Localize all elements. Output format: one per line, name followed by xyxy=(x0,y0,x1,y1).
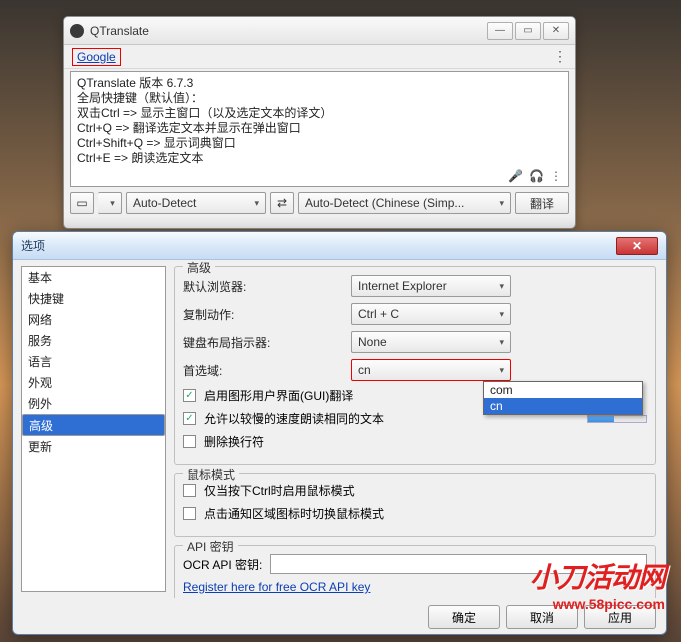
chevron-down-icon: ▾ xyxy=(499,198,504,209)
translate-toolbar: ▭ ▾ Auto-Detect▾ ⇄ Auto-Detect (Chinese … xyxy=(64,189,575,217)
list-item-advanced[interactable]: 高级 xyxy=(22,414,165,436)
list-item-exceptions[interactable]: 例外 xyxy=(22,393,165,414)
chevron-down-icon: ▾ xyxy=(499,309,504,320)
domain-option-cn[interactable]: cn xyxy=(484,398,642,414)
source-language-select[interactable]: Auto-Detect▾ xyxy=(126,192,266,214)
gui-translate-label: 启用图形用户界面(GUI)翻译 xyxy=(204,387,353,404)
headphones-icon[interactable]: 🎧 xyxy=(529,169,544,183)
swap-icon: ⇄ xyxy=(277,196,287,210)
chevron-down-icon: ▾ xyxy=(110,198,115,209)
ok-button[interactable]: 确定 xyxy=(428,605,500,629)
list-item-appearance[interactable]: 外观 xyxy=(22,372,165,393)
preferred-domain-select[interactable]: cn▾ xyxy=(351,359,511,381)
slow-read-label: 允许以较慢的速度朗读相同的文本 xyxy=(204,410,384,427)
main-titlebar: QTranslate — ▭ ✕ xyxy=(64,17,575,45)
provider-tabs: Google ⋮ xyxy=(64,45,575,69)
mouse-ctrl-checkbox[interactable] xyxy=(183,484,196,497)
qtranslate-main-window: QTranslate — ▭ ✕ Google ⋮ QTranslate 版本 … xyxy=(63,16,576,229)
register-ocr-link[interactable]: Register here for free OCR API key xyxy=(183,580,370,594)
ocr-api-key-input[interactable] xyxy=(270,554,647,574)
chevron-down-icon: ▾ xyxy=(254,198,259,209)
list-item-languages[interactable]: 语言 xyxy=(22,351,165,372)
mouse-mode-group: 鼠标模式 仅当按下Ctrl时启用鼠标模式 点击通知区域图标时切换鼠标模式 xyxy=(174,473,656,537)
list-item-hotkeys[interactable]: 快捷键 xyxy=(22,288,165,309)
microphone-icon[interactable]: 🎤 xyxy=(508,169,523,183)
dialog-buttons: 确定 取消 应用 xyxy=(428,605,656,629)
main-window-title: QTranslate xyxy=(90,24,485,38)
minimize-button[interactable]: — xyxy=(487,22,513,40)
ocr-api-key-label: OCR API 密钥: xyxy=(183,556,262,573)
kebab-menu-icon[interactable]: ⋮ xyxy=(550,169,562,183)
default-browser-label: 默认浏览器: xyxy=(183,278,343,295)
progress-bar xyxy=(587,415,647,423)
target-language-select[interactable]: Auto-Detect (Chinese (Simp...▾ xyxy=(298,192,511,214)
book-icon: ▭ xyxy=(76,196,87,210)
keyboard-indicator-label: 键盘布局指示器: xyxy=(183,334,343,351)
source-text-area[interactable]: QTranslate 版本 6.7.3 全局快捷键（默认值）： 双击Ctrl =… xyxy=(70,71,569,187)
kebab-menu-icon[interactable]: ⋮ xyxy=(553,48,567,65)
list-item-basic[interactable]: 基本 xyxy=(22,267,165,288)
default-browser-select[interactable]: Internet Explorer▾ xyxy=(351,275,511,297)
remove-linebreaks-label: 删除换行符 xyxy=(204,433,264,450)
preferred-domain-dropdown[interactable]: com cn xyxy=(483,381,643,415)
list-item-network[interactable]: 网络 xyxy=(22,309,165,330)
list-item-services[interactable]: 服务 xyxy=(22,330,165,351)
options-titlebar: 选项 ✕ xyxy=(13,232,666,260)
translate-button[interactable]: 翻译 xyxy=(515,192,569,214)
gui-translate-checkbox[interactable]: ✓ xyxy=(183,389,196,402)
chevron-down-icon: ▾ xyxy=(499,365,504,376)
options-dialog: 选项 ✕ 基本 快捷键 网络 服务 语言 外观 例外 高级 更新 高级 默认浏览… xyxy=(12,231,667,635)
remove-linebreaks-checkbox[interactable] xyxy=(183,435,196,448)
chevron-down-icon: ▾ xyxy=(499,281,504,292)
history-button[interactable]: ▭ xyxy=(70,192,94,214)
domain-option-com[interactable]: com xyxy=(484,382,642,398)
slow-read-checkbox[interactable]: ✓ xyxy=(183,412,196,425)
options-panel-advanced: 高级 默认浏览器: Internet Explorer▾ 复制动作: Ctrl … xyxy=(166,260,666,598)
mouse-tray-label: 点击通知区域图标时切换鼠标模式 xyxy=(204,505,384,522)
swap-languages-button[interactable]: ⇄ xyxy=(270,192,294,214)
copy-action-label: 复制动作: xyxy=(183,306,343,323)
google-tab[interactable]: Google xyxy=(72,48,121,66)
mouse-ctrl-label: 仅当按下Ctrl时启用鼠标模式 xyxy=(204,482,355,499)
options-title: 选项 xyxy=(21,237,616,254)
list-item-updates[interactable]: 更新 xyxy=(22,436,165,457)
app-icon xyxy=(70,24,84,38)
preferred-domain-label: 首选域: xyxy=(183,362,343,379)
api-key-group: API 密钥 OCR API 密钥: Register here for fre… xyxy=(174,545,656,598)
close-button[interactable]: ✕ xyxy=(543,22,569,40)
maximize-button[interactable]: ▭ xyxy=(515,22,541,40)
history-dropdown[interactable]: ▾ xyxy=(98,192,122,214)
copy-action-select[interactable]: Ctrl + C▾ xyxy=(351,303,511,325)
options-category-list[interactable]: 基本 快捷键 网络 服务 语言 外观 例外 高级 更新 xyxy=(21,266,166,592)
keyboard-indicator-select[interactable]: None▾ xyxy=(351,331,511,353)
mouse-tray-checkbox[interactable] xyxy=(183,507,196,520)
apply-button[interactable]: 应用 xyxy=(584,605,656,629)
cancel-button[interactable]: 取消 xyxy=(506,605,578,629)
advanced-group: 高级 默认浏览器: Internet Explorer▾ 复制动作: Ctrl … xyxy=(174,266,656,465)
chevron-down-icon: ▾ xyxy=(499,337,504,348)
close-button[interactable]: ✕ xyxy=(616,237,658,255)
